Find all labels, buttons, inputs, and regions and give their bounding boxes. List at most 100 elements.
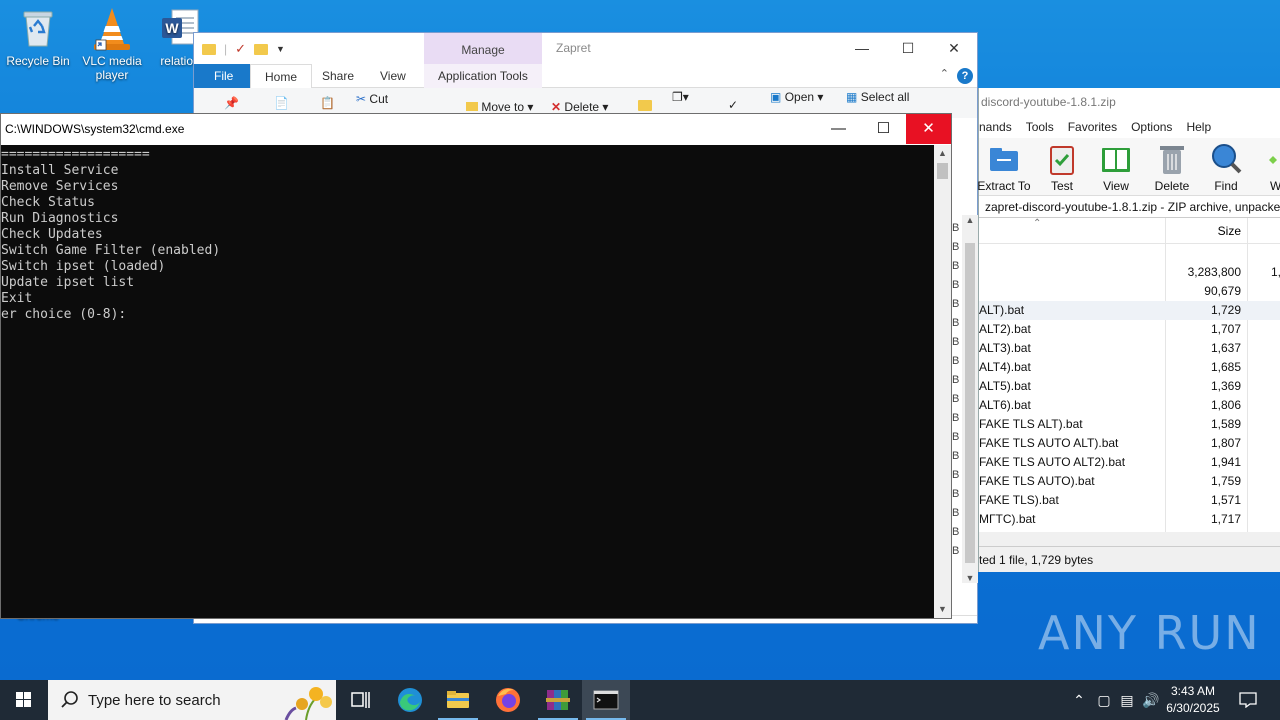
kb-fragment: B [952, 393, 960, 405]
list-item[interactable]: FAKE TLS AUTO).bat 1,759 [979, 472, 1280, 491]
list-item[interactable]: FAKE TLS AUTO ALT).bat 1,807 [979, 434, 1280, 453]
list-item[interactable]: 3,283,8001, [979, 263, 1280, 282]
desktop-icon-vlc[interactable]: VLC media player [74, 6, 150, 82]
list-item[interactable]: ALT5).bat 1,369 [979, 377, 1280, 396]
paste-icon[interactable]: 📋 [320, 96, 335, 110]
kb-fragment: B [952, 279, 960, 291]
tab-home[interactable]: Home [250, 64, 313, 88]
view-button[interactable]: View [1089, 142, 1143, 193]
scroll-thumb[interactable] [965, 243, 975, 563]
scroll-up-icon[interactable]: ▲ [934, 145, 951, 162]
list-item[interactable]: 90,679 [979, 282, 1280, 301]
tab-application-tools[interactable]: Application Tools [424, 64, 542, 88]
qat-dropdown-icon[interactable]: ▼ [276, 44, 285, 54]
scroll-thumb[interactable] [937, 163, 948, 179]
taskbar-clock[interactable]: 3:43 AM 6/30/2025 [1158, 683, 1228, 717]
collapse-ribbon-icon[interactable]: ⌃ [940, 67, 949, 80]
select-all-button[interactable]: ▦ Select all [846, 90, 909, 104]
pin-icon[interactable]: 📌 [224, 96, 239, 110]
tab-view[interactable]: View [366, 64, 420, 88]
list-item-selected[interactable]: ALT).bat 1,729 [979, 301, 1280, 320]
desktop-icon-recycle-bin[interactable]: Recycle Bin [0, 6, 76, 68]
menu-help[interactable]: Help [1186, 120, 1211, 134]
column-size[interactable]: Size [1169, 224, 1241, 238]
menu-favorites[interactable]: Favorites [1068, 120, 1117, 134]
winrar-status-bar: ted 1 file, 1,729 bytes [979, 546, 1280, 572]
scroll-down-icon[interactable]: ▼ [962, 573, 978, 583]
list-item[interactable]: FAKE TLS AUTO ALT2).bat 1,941 [979, 453, 1280, 472]
console-line: Switch Game Filter (enabled) [1, 243, 221, 258]
tray-network-icon[interactable]: ▤ [1116, 680, 1138, 720]
tab-manage[interactable]: Manage [424, 33, 542, 64]
list-item[interactable]: МГТС).bat 1,717 [979, 510, 1280, 529]
recycle-bin-icon [16, 6, 60, 50]
new-folder-ribbon-icon[interactable] [638, 100, 652, 114]
explorer-size-column-fragment: B B B B B B B B B B B B B B B B B B [952, 200, 962, 561]
clock-time: 3:43 AM [1170, 684, 1216, 698]
maximize-button[interactable]: ☐ [885, 33, 931, 63]
tab-share[interactable]: Share [308, 64, 368, 88]
cmd-window[interactable]: C:\WINDOWS\system32\cmd.exe — ☐ ✕ ======… [0, 113, 952, 619]
delete-archive-button[interactable]: Delete [1145, 142, 1199, 193]
console-prompt: er choice (0-8): [1, 307, 127, 322]
scroll-up-icon[interactable]: ▲ [962, 215, 978, 225]
console-output[interactable]: =================== Install Service Remo… [1, 145, 935, 618]
console-line: =================== [1, 147, 150, 162]
help-icon[interactable]: ? [957, 68, 973, 84]
list-item[interactable]: ALT3).bat 1,637 [979, 339, 1280, 358]
kb-fragment: B [952, 507, 960, 519]
copy-icon[interactable]: 📄 [274, 96, 289, 110]
find-button[interactable]: Find [1199, 142, 1253, 193]
cmd-maximize-button[interactable]: ☐ [861, 114, 906, 144]
taskbar-edge[interactable] [386, 680, 434, 720]
menu-tools[interactable]: Tools [1026, 120, 1054, 134]
close-button[interactable]: ✕ [931, 33, 977, 63]
list-item[interactable]: FAKE TLS ALT).bat 1,589 [979, 415, 1280, 434]
list-item[interactable]: ALT6).bat 1,806 [979, 396, 1280, 415]
tab-file[interactable]: File [194, 64, 254, 88]
cmd-titlebar[interactable]: C:\WINDOWS\system32\cmd.exe — ☐ ✕ [1, 114, 951, 145]
winrar-toolbar: Extract To Test View Delete Find Wiz [977, 138, 1280, 196]
taskbar-winrar[interactable] [534, 680, 582, 720]
console-line: Remove Services [1, 179, 119, 194]
move-to-button[interactable]: Move to ▾ [466, 100, 533, 114]
tray-overflow-chevron-icon[interactable]: ⌃ [1068, 680, 1090, 720]
cmd-close-button[interactable]: ✕ [906, 114, 951, 144]
menu-commands[interactable]: nands [979, 120, 1012, 134]
archive-path-bar[interactable]: zapret-discord-youtube-1.8.1.zip - ZIP a… [979, 196, 1280, 218]
cmd-scrollbar[interactable]: ▲ ▼ [934, 145, 951, 618]
list-item[interactable]: ALT2).bat 1,707 [979, 320, 1280, 339]
taskbar-firefox[interactable] [484, 680, 532, 720]
minimize-button[interactable]: — [839, 33, 885, 63]
taskbar-cmd[interactable] [582, 680, 630, 720]
winrar-window[interactable]: discord-youtube-1.8.1.zip nands Tools Fa… [977, 88, 1280, 572]
menu-options[interactable]: Options [1131, 120, 1172, 134]
explorer-scrollbar[interactable]: ▲ ▼ [962, 215, 978, 583]
list-item[interactable]: FAKE TLS).bat 1,571 [979, 491, 1280, 510]
task-view-button[interactable] [336, 680, 384, 720]
kb-fragment: B [952, 450, 960, 462]
taskbar-search-box[interactable]: Type here to search [48, 680, 336, 720]
cmd-minimize-button[interactable]: — [816, 114, 861, 144]
archive-path-text: zapret-discord-youtube-1.8.1.zip - ZIP a… [985, 200, 1280, 214]
properties-icon[interactable]: ✓ [235, 41, 246, 57]
extract-to-button[interactable]: Extract To [977, 142, 1031, 193]
scroll-down-icon[interactable]: ▼ [934, 601, 951, 618]
vlc-cone-icon [90, 6, 134, 51]
tray-security-icon[interactable]: ▢ [1094, 680, 1114, 720]
explorer-titlebar[interactable]: | ✓ ▼ Manage Zapret — ☐ ✕ [194, 33, 977, 64]
taskbar-file-explorer[interactable] [434, 680, 482, 720]
properties-ribbon-icon[interactable]: ✓ [728, 98, 738, 112]
cut-button[interactable]: ✂ Cut [356, 92, 388, 106]
cut-label: Cut [369, 92, 389, 106]
wizard-button[interactable]: Wiz [1253, 142, 1280, 193]
test-clipboard-icon [1045, 142, 1079, 176]
list-item[interactable]: ALT4).bat 1,685 [979, 358, 1280, 377]
test-button[interactable]: Test [1035, 142, 1089, 193]
delete-button[interactable]: ✕ Delete ▾ [551, 100, 608, 114]
notification-center-icon[interactable] [1232, 680, 1264, 720]
open-button[interactable]: ▣ Open ▾ [770, 90, 823, 104]
copy-to-icon[interactable]: ❐▾ [672, 90, 689, 104]
start-button[interactable] [0, 680, 48, 720]
new-folder-icon[interactable] [254, 43, 269, 55]
